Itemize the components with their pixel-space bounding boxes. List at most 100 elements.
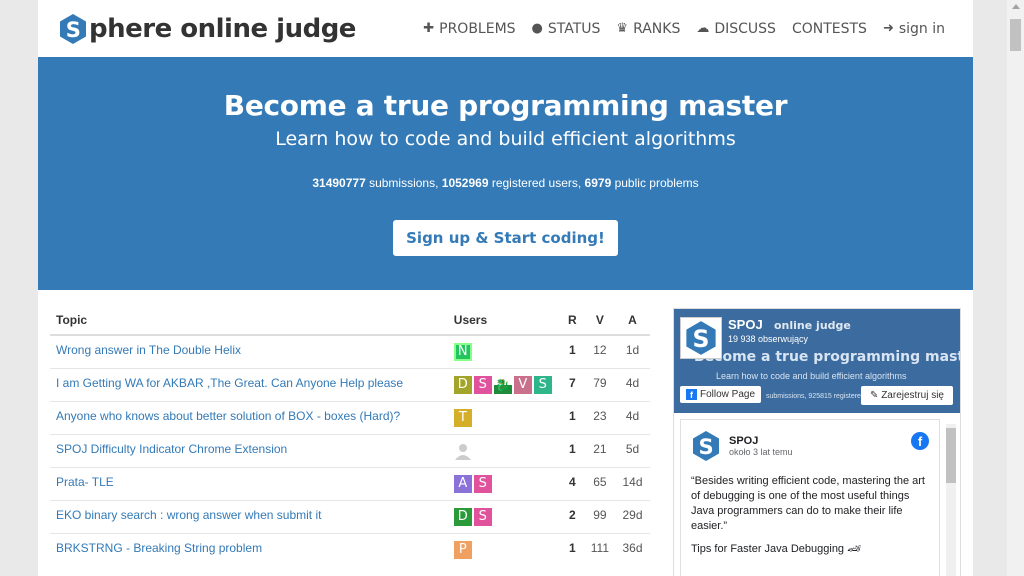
age: 5d (615, 434, 650, 468)
user-avatar[interactable]: V (513, 376, 532, 394)
site-logo[interactable]: S phere online judge (58, 13, 356, 45)
views-count: 111 (584, 533, 616, 566)
svg-text:S: S (66, 18, 81, 42)
user-avatar[interactable]: N (453, 343, 472, 361)
spoj-logo-icon: S (686, 321, 716, 355)
topic-link[interactable]: Prata- TLE (56, 475, 114, 489)
hero-subtitle: Learn how to code and build efficient al… (275, 128, 736, 150)
user-avatar[interactable]: P (453, 541, 472, 559)
age: 36d (615, 533, 650, 566)
scroll-up-icon[interactable] (1012, 4, 1020, 9)
col-replies: R (559, 304, 585, 336)
user-avatar[interactable]: S (533, 376, 552, 394)
replies-count: 1 (559, 533, 585, 566)
facebook-icon: f (686, 389, 697, 400)
user-avatar[interactable]: S (473, 508, 492, 526)
nav-status[interactable]: ● STATUS (532, 21, 601, 37)
avatar-letter: S (478, 509, 487, 524)
topic-link[interactable]: EKO binary search : wrong answer when su… (56, 508, 321, 522)
avatar-letter: T (458, 410, 467, 425)
nav-label: PROBLEMS (439, 20, 516, 37)
topic-link[interactable]: I am Getting WA for AKBAR ,The Great. Ca… (56, 376, 403, 390)
fb-cover-brand: online judge (774, 319, 851, 332)
spoj-avatar-icon[interactable]: S (691, 430, 721, 462)
svg-text:S: S (698, 435, 713, 459)
brand-name: phere online judge (89, 13, 356, 44)
submissions-label: submissions, (365, 176, 442, 190)
submissions-count: 31490777 (312, 176, 366, 190)
page: S phere online judge ✚ PROBLEMS ● STATUS ♛ RA… (38, 0, 973, 576)
scrollbar-thumb[interactable] (1010, 19, 1021, 51)
default-avatar-icon[interactable] (453, 442, 472, 460)
replies-count: 1 (559, 334, 585, 369)
avatar-letter: S (478, 377, 487, 392)
comments-icon: ☁ (696, 21, 710, 36)
table-row: Prata- TLE A S 4 65 14d (50, 467, 650, 501)
users-label: registered users, (488, 176, 585, 190)
avatar-letter: V (518, 377, 528, 392)
fb-cover-title: Become a true programming master (694, 349, 960, 365)
topic-link[interactable]: SPOJ Difficulty Indicator Chrome Extensi… (56, 442, 287, 456)
avatar-letter: P (458, 542, 467, 557)
table-row: I am Getting WA for AKBAR ,The Great. Ca… (50, 368, 650, 402)
topic-users: AS (453, 475, 554, 493)
avatar-letter: A (458, 476, 468, 491)
nav-label: CONTESTS (791, 20, 867, 37)
col-topic: Topic (50, 304, 448, 336)
fb-scrollbar[interactable] (946, 424, 956, 576)
fb-cover: online judge Become a true programming m… (674, 309, 960, 413)
topic-users (453, 442, 554, 460)
circle-icon: ● (531, 21, 543, 36)
fb-post-tips: Tips for Faster Java Debugging 🏎 (691, 543, 862, 555)
hero-banner: Become a true programming master Learn h… (38, 57, 973, 290)
problems-label: public problems (611, 176, 699, 190)
problems-count: 6979 (584, 176, 612, 190)
site-stats: 31490777 submissions, 1052969 registered… (38, 176, 973, 190)
user-avatar[interactable]: S (473, 376, 492, 394)
nav-problems[interactable]: ✚ PROBLEMS (423, 21, 515, 37)
table-row: Wrong answer in The Double Helix N 1 12 1d (50, 334, 650, 369)
wales-flag-avatar[interactable]: 🐉 (493, 376, 512, 394)
nav-label: RANKS (633, 20, 681, 37)
nav-contests[interactable]: CONTESTS (792, 21, 867, 37)
signup-button[interactable]: Sign up & Start coding! (393, 220, 618, 256)
user-avatar[interactable]: T (453, 409, 472, 427)
topic-link[interactable]: BRKSTRNG - Breaking String problem (56, 541, 262, 555)
fb-register-button[interactable]: ✎ Zarejestruj się (861, 386, 953, 405)
topic-link[interactable]: Anyone who knows about better solution o… (56, 409, 400, 423)
user-avatar[interactable]: D (453, 376, 472, 394)
replies-count: 1 (559, 401, 585, 435)
user-avatar[interactable]: A (453, 475, 472, 493)
views-count: 65 (584, 467, 616, 501)
navbar: S phere online judge ✚ PROBLEMS ● STATUS ♛ RA… (38, 0, 973, 57)
avatar-letter: N (457, 344, 468, 359)
user-avatar[interactable]: S (473, 475, 492, 493)
user-avatar[interactable]: D (453, 508, 472, 526)
table-row: Anyone who knows about better solution o… (50, 401, 650, 435)
fb-cover-subtitle: Learn how to code and build efficient al… (716, 371, 907, 381)
fb-follow-label: Follow Page (700, 389, 756, 400)
nav-discuss[interactable]: ☁ DISCUSS (696, 21, 776, 37)
topic-link[interactable]: Wrong answer in The Double Helix (56, 343, 241, 357)
nav-sign-in[interactable]: ➜ sign in (883, 21, 945, 37)
avatar-letter: S (478, 476, 487, 491)
age: 1d (615, 334, 650, 369)
topic-users: P (453, 541, 554, 559)
avatar-letter: S (538, 377, 547, 392)
page-scrollbar[interactable] (1007, 0, 1024, 576)
fb-page-avatar[interactable]: S (680, 317, 722, 359)
views-count: 79 (584, 368, 616, 402)
fb-post-author[interactable]: SPOJ (729, 435, 793, 447)
nav-ranks[interactable]: ♛ RANKS (616, 21, 680, 37)
facebook-icon[interactable]: f (911, 432, 929, 450)
facebook-widget: online judge Become a true programming m… (673, 308, 961, 576)
table-row: EKO binary search : wrong answer when su… (50, 500, 650, 534)
fb-page-name[interactable]: SPOJ (728, 317, 763, 332)
users-count: 1052969 (441, 176, 489, 190)
table-row: BRKSTRNG - Breaking String problem P 1 111 3… (50, 533, 650, 566)
fb-follow-button[interactable]: f Follow Page (680, 386, 762, 403)
trophy-icon: ♛ (616, 21, 629, 36)
views-count: 21 (584, 434, 616, 468)
age: 29d (615, 500, 650, 534)
fb-post-time[interactable]: około 3 lat temu (729, 447, 793, 457)
